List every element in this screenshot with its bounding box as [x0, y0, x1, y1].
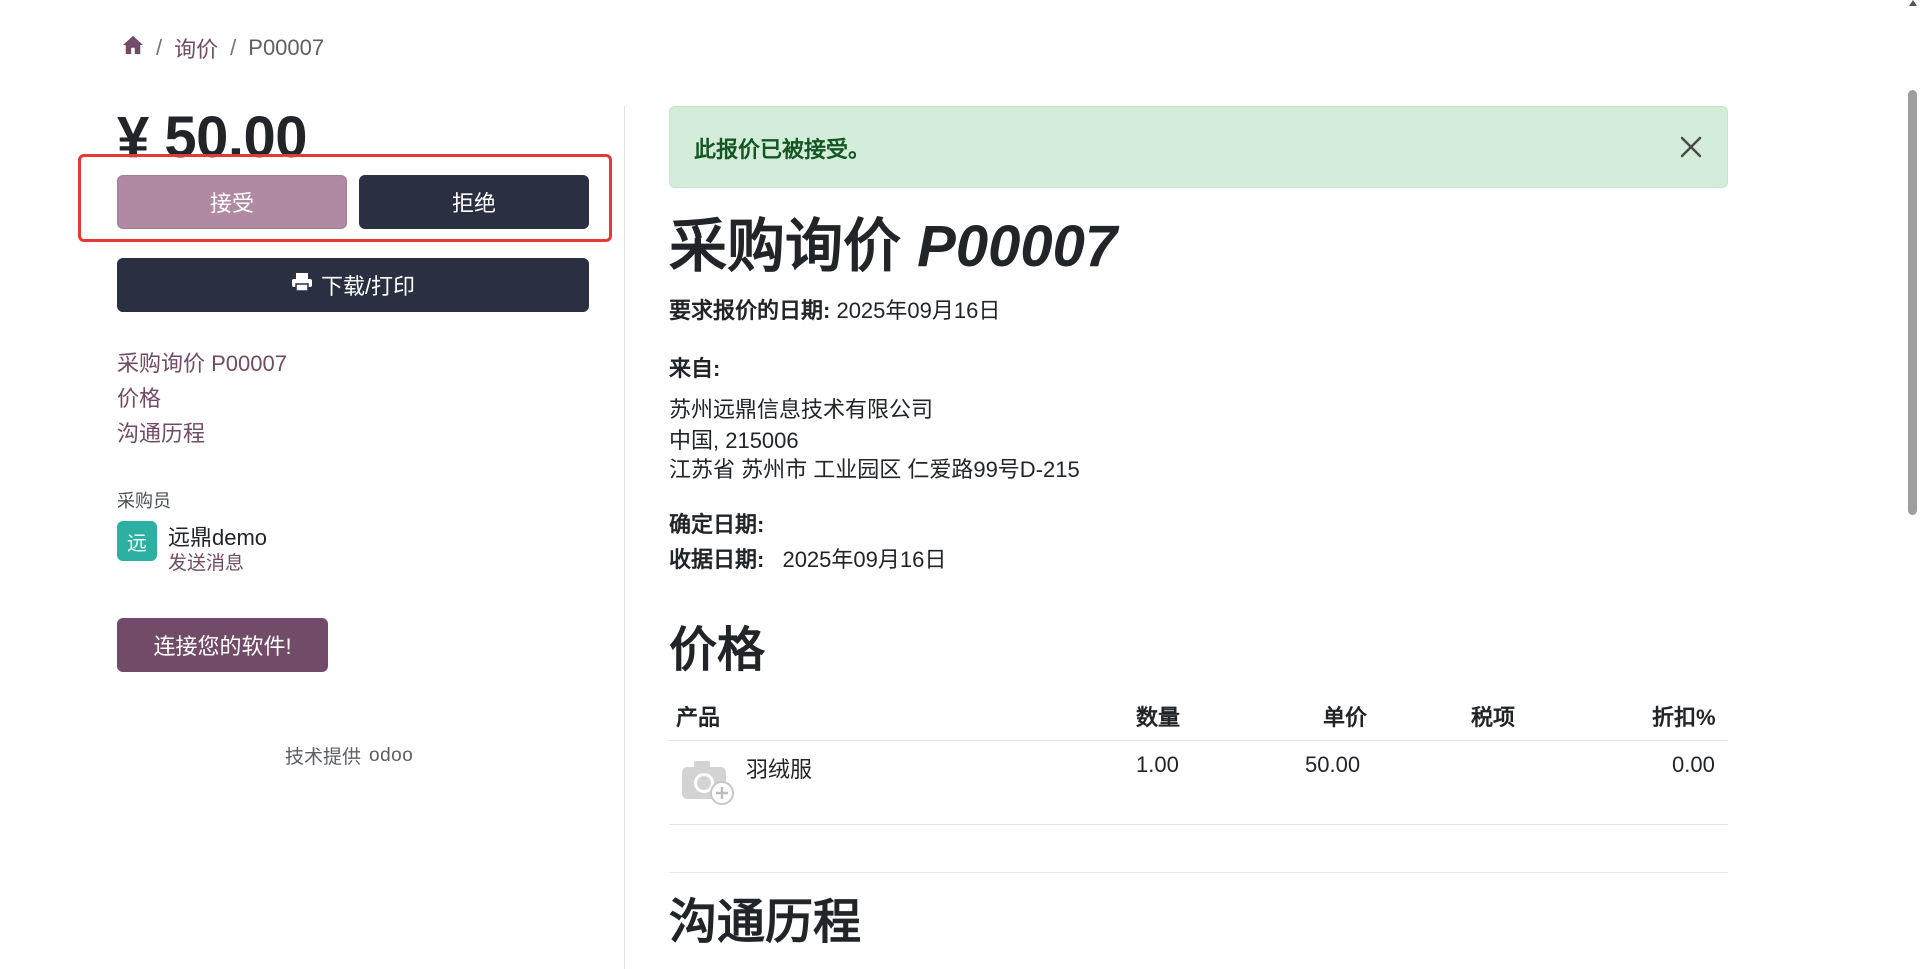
table-header-product: 产品 [676, 705, 721, 730]
from-label: 来自: [669, 356, 721, 381]
address-line-company: 苏州远鼎信息技术有限公司 [669, 397, 934, 422]
request-date-row: 要求报价的日期: 2025年09月16日 [669, 296, 1000, 326]
accept-button[interactable]: 接受 [117, 175, 347, 229]
receipt-date-value: 2025年09月16日 [782, 547, 947, 572]
decline-button[interactable]: 拒绝 [359, 175, 589, 229]
table-row-divider [669, 824, 1728, 825]
product-discount: 0.00 [1672, 752, 1715, 777]
table-header-divider [669, 740, 1728, 741]
nav-link-pricing[interactable]: 价格 [117, 385, 161, 413]
product-quantity: 1.00 [1136, 752, 1179, 777]
section-divider [669, 872, 1728, 873]
send-message-link[interactable]: 发送消息 [168, 548, 244, 575]
printer-icon [291, 272, 313, 298]
table-header-quantity: 数量 [1136, 705, 1181, 730]
table-header-tax: 税项 [1471, 705, 1516, 730]
scrollbar-thumb[interactable] [1908, 90, 1917, 515]
receipt-date-label: 收据日期: [669, 547, 765, 572]
alert-message: 此报价已被接受。 [694, 137, 871, 162]
close-icon[interactable] [1674, 130, 1708, 164]
breadcrumb-current: P00007 [248, 35, 325, 60]
pricing-heading: 价格 [669, 624, 766, 677]
nav-link-history[interactable]: 沟通历程 [117, 420, 205, 448]
receipt-date-row: 收据日期: 2025年09月16日 [669, 545, 946, 575]
download-print-label: 下载/打印 [320, 274, 416, 299]
address-line-country: 中国, 215006 [669, 428, 799, 453]
request-date-label: 要求报价的日期: [669, 298, 831, 323]
connect-software-button[interactable]: 连接您的软件! [117, 618, 328, 672]
confirm-date-label: 确定日期: [669, 512, 765, 537]
buyer-label: 采购员 [117, 491, 171, 511]
title-prefix: 采购询价 [669, 214, 902, 279]
home-icon[interactable] [122, 35, 144, 61]
powered-by: 技术提供 odoo [285, 742, 413, 769]
download-print-button[interactable]: 下载/打印 [117, 258, 589, 312]
title-number: P00007 [917, 214, 1118, 279]
breadcrumb-inquiries-link[interactable]: 询价 [174, 32, 218, 64]
column-divider [624, 106, 625, 969]
odoo-logo[interactable]: odoo [369, 745, 413, 767]
breadcrumb-separator: / [230, 35, 237, 60]
request-date-value: 2025年09月16日 [836, 298, 1001, 323]
nav-link-inquiry[interactable]: 采购询价 P00007 [117, 350, 287, 378]
scroll-up-arrow[interactable] [1909, 0, 1917, 6]
breadcrumb-separator: / [156, 35, 163, 60]
address-line-street: 江苏省 苏州市 工业园区 仁爱路99号D-215 [669, 457, 1080, 482]
history-heading: 沟通历程 [669, 896, 862, 949]
breadcrumb: / 询价 / P00007 [122, 34, 324, 62]
page-title: 采购询价 P00007 [669, 212, 1117, 282]
product-name: 羽绒服 [746, 757, 813, 782]
product-unit-price: 50.00 [1305, 752, 1361, 777]
camera-placeholder-icon [680, 757, 736, 807]
table-header-unit-price: 单价 [1323, 705, 1368, 730]
table-header-discount: 折扣% [1652, 705, 1716, 730]
confirm-date-row: 确定日期: [669, 510, 764, 540]
powered-by-label: 技术提供 [285, 747, 362, 768]
avatar: 远 [117, 521, 157, 561]
